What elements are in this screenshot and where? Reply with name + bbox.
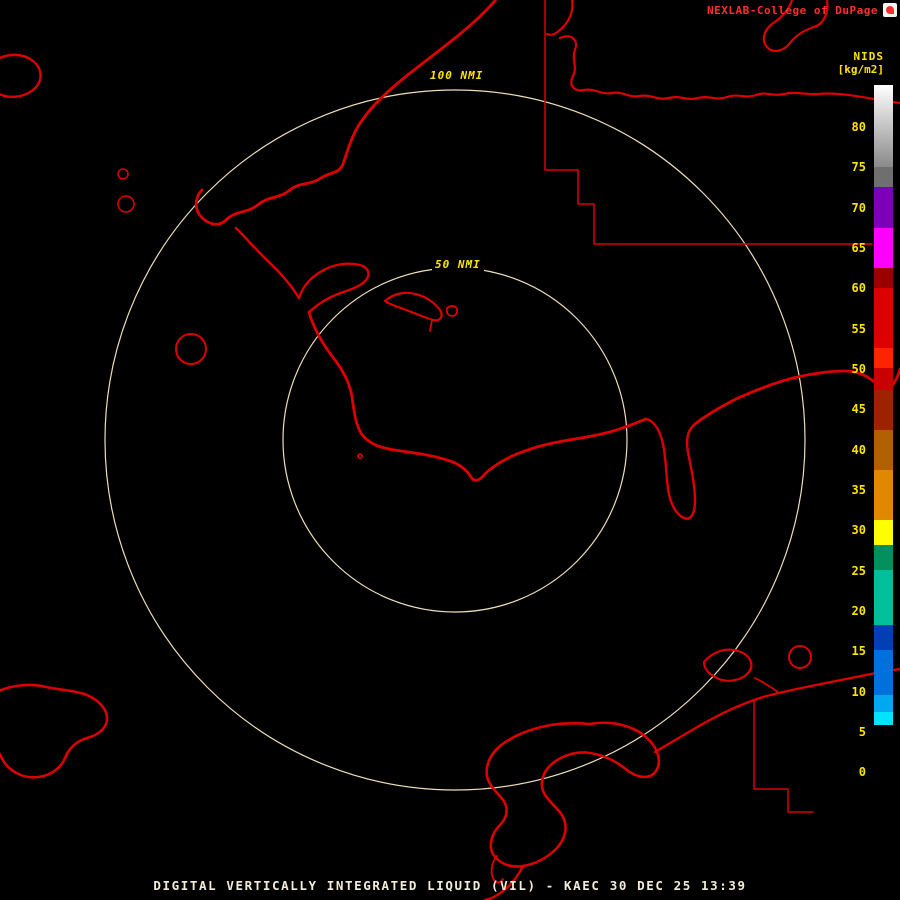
colorbar-label-35: 35 (851, 483, 866, 497)
cod-weather-icon (883, 3, 897, 17)
colorbar-label-0: 0 (858, 765, 866, 779)
colorbar-label-50: 50 (851, 362, 866, 376)
colorbar-label-10: 10 (851, 685, 866, 699)
scale-units: [kg/m2] (837, 63, 884, 76)
colorbar-label-25: 25 (851, 564, 866, 578)
coastline-top-edge-blob-west (545, 0, 574, 36)
coastline-south (307, 310, 648, 482)
radar-map (0, 0, 900, 900)
coastline-islets-center (383, 291, 443, 322)
colorbar-segment-brown-orange (874, 430, 893, 470)
colorbar-label-45: 45 (851, 402, 866, 416)
range-rings (104, 89, 806, 791)
colorbar-segment-dark-red (874, 268, 893, 288)
colorbar-segment-red-2 (874, 368, 893, 390)
island-se-spur (754, 677, 779, 693)
colorbar-label-40: 40 (851, 443, 866, 457)
colorbar-segment-bright-red (874, 348, 893, 368)
island-se (702, 648, 753, 682)
coastline-peninsula (297, 262, 370, 314)
colorbar-segment-sea-green (874, 545, 893, 570)
colorbar-label-75: 75 (851, 160, 866, 174)
coastline-islet-tail (429, 319, 433, 332)
scale-title: NIDS (853, 50, 884, 63)
colorbar-segment-brick (874, 390, 893, 430)
brand-text: NEXLAB-College of DuPage (707, 4, 878, 17)
colorbar-label-5: 5 (858, 725, 866, 739)
coastline-inlet-east (644, 417, 697, 520)
colorbar-segment-red (874, 288, 893, 348)
island-northwest (0, 53, 42, 98)
islet-dot-center (357, 453, 363, 459)
colorbar-label-55: 55 (851, 322, 866, 336)
colorbar-segment-orange (874, 470, 893, 520)
island-southwest (0, 683, 109, 779)
coastline-nw-diagonal (194, 0, 498, 226)
colorbar-label-80: 80 (851, 120, 866, 134)
colorbar-segment-teal (874, 570, 893, 625)
colorbar-segments (874, 85, 893, 812)
product-title: DIGITAL VERTICALLY INTEGRATED LIQUID (VI… (153, 878, 747, 893)
ring-label-100nmi: 100 NMI (427, 69, 487, 82)
colorbar-segment-blue (874, 650, 893, 695)
ring-100nmi (104, 89, 806, 791)
islet-circle-small-lower (117, 195, 135, 213)
colorbar-segment-gray (874, 167, 893, 187)
colorbar-segment-black (874, 725, 893, 812)
colorbar-label-30: 30 (851, 523, 866, 537)
colorbar-label-65: 65 (851, 241, 866, 255)
islet-circle-small-upper (117, 168, 129, 180)
coastline-bay-west (234, 226, 301, 300)
map-lines (0, 0, 900, 900)
colorbar-label-20: 20 (851, 604, 866, 618)
colorbar-label-15: 15 (851, 644, 866, 658)
colorbar-segment-purple (874, 187, 893, 228)
colorbar-segment-cyan (874, 712, 893, 725)
islet-circle-west (175, 333, 207, 365)
islet-circle-east (788, 645, 812, 669)
colorbar-segment-magenta (874, 228, 893, 268)
colorbar-label-60: 60 (851, 281, 866, 295)
boundary-bottom-right-stepped (753, 699, 814, 813)
color-scale: NIDS [kg/m2] 80 75 70 65 60 55 50 45 40 35 30 25 20 1… (810, 0, 900, 900)
coastline-islet-small (446, 305, 458, 317)
colorbar-segment-dark-blue (874, 625, 893, 650)
colorbar-segment-white-gray-gradient (874, 85, 893, 167)
landmass-south-outline (485, 721, 661, 868)
radar-display: 100 NMI 50 NMI NEXLAB-College of DuPage … (0, 0, 900, 900)
colorbar-label-70: 70 (851, 201, 866, 215)
colorbar-segment-yellow (874, 520, 893, 545)
colorbar-segment-light-blue (874, 695, 893, 712)
ring-label-50nmi: 50 NMI (432, 258, 484, 271)
